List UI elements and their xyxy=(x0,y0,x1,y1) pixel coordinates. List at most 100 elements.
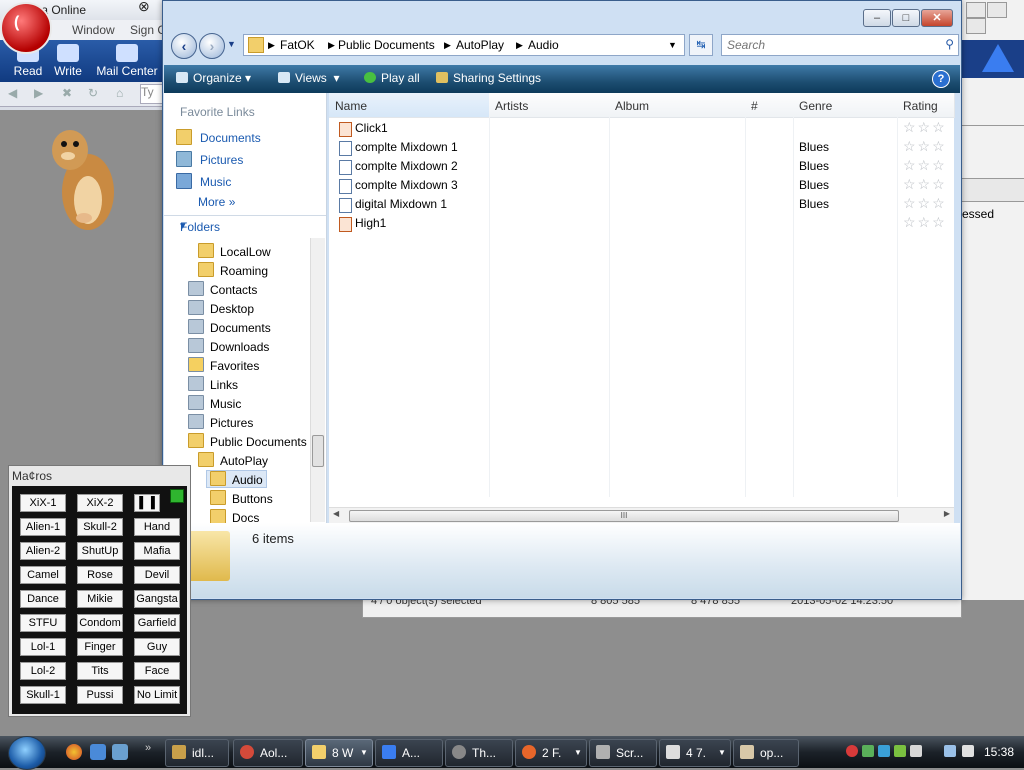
mail-center-button[interactable]: Mail Center xyxy=(95,40,159,82)
aol-logo-icon[interactable]: ( xyxy=(0,2,52,54)
chevron-down-icon[interactable]: ▾ xyxy=(180,219,316,232)
taskbar-button-th[interactable]: Th... xyxy=(445,739,513,767)
aol-close-button[interactable] xyxy=(966,18,986,34)
macro-button-alien-1[interactable]: Alien-1 xyxy=(20,518,66,536)
column-header-track[interactable]: # xyxy=(745,93,794,118)
refresh-icon[interactable]: ↹ xyxy=(689,34,713,56)
tree-item-locallow[interactable]: LocalLow xyxy=(198,243,271,259)
double-chevron-icon[interactable]: » xyxy=(145,742,151,754)
folders-header[interactable]: Folders ▾ xyxy=(164,215,326,238)
scroll-left-icon[interactable]: ◀ xyxy=(333,509,339,518)
refresh-icon[interactable]: ↻ xyxy=(88,86,98,100)
macro-button-blank[interactable]: ▌▐ xyxy=(134,494,160,512)
tree-item-buttons[interactable]: Buttons xyxy=(210,490,273,506)
macro-button-devil[interactable]: Devil xyxy=(134,566,180,584)
tree-item-documents[interactable]: Documents xyxy=(188,319,271,335)
macro-button-face[interactable]: Face xyxy=(134,662,180,680)
favorite-link-documents[interactable]: Documents xyxy=(176,129,261,145)
tree-item-downloads[interactable]: Downloads xyxy=(188,338,269,354)
block-icon[interactable] xyxy=(846,745,858,757)
macro-button-xix-1[interactable]: XiX-1 xyxy=(20,494,66,512)
tree-item-autoplay[interactable]: AutoPlay xyxy=(198,452,268,468)
shield-icon[interactable] xyxy=(894,745,906,757)
forward-arrow-icon[interactable]: ▶ xyxy=(34,86,43,100)
macro-button-xix-2[interactable]: XiX-2 xyxy=(77,494,123,512)
horizontal-scrollbar-thumb[interactable]: III xyxy=(349,510,899,522)
search-input[interactable] xyxy=(725,37,929,53)
macro-button-pussi[interactable]: Pussi xyxy=(77,686,123,704)
file-row-high1[interactable]: High1 ☆☆☆ xyxy=(329,214,954,233)
taskbar-button-idl[interactable]: idl... xyxy=(165,739,229,767)
macro-button-rose[interactable]: Rose xyxy=(77,566,123,584)
taskbar-button-op[interactable]: op... xyxy=(733,739,799,767)
tree-item-public-documents[interactable]: Public Documents xyxy=(188,433,307,449)
macro-button-lol-1[interactable]: Lol-1 xyxy=(20,638,66,656)
rating-stars[interactable]: ☆☆☆ xyxy=(903,195,947,212)
aol-maximize-button[interactable] xyxy=(987,2,1007,18)
tree-item-contacts[interactable]: Contacts xyxy=(188,281,257,297)
network-icon[interactable] xyxy=(944,745,956,757)
tree-item-desktop[interactable]: Desktop xyxy=(188,300,254,316)
forward-arrow-icon[interactable]: › xyxy=(199,33,225,59)
favorite-link-music[interactable]: Music xyxy=(176,173,231,189)
file-row-complte-mixdown-2[interactable]: complte Mixdown 2 Blues ☆☆☆ xyxy=(329,157,954,176)
tree-item-roaming[interactable]: Roaming xyxy=(198,262,268,278)
macro-button-guy[interactable]: Guy xyxy=(134,638,180,656)
chrome-icon[interactable] xyxy=(66,744,82,760)
file-row-click1[interactable]: Click1 ☆☆☆ xyxy=(329,119,954,138)
app-tray-icon[interactable] xyxy=(910,745,922,757)
close-icon[interactable]: ⊗ xyxy=(138,0,150,15)
macro-button-mafia[interactable]: Mafia xyxy=(134,542,180,560)
maximize-button[interactable]: □ xyxy=(892,9,920,27)
tree-item-docs[interactable]: Docs xyxy=(210,509,259,523)
rating-stars[interactable]: ☆☆☆ xyxy=(903,138,947,155)
macro-button-alien-2[interactable]: Alien-2 xyxy=(20,542,66,560)
scroll-right-icon[interactable]: ▶ xyxy=(944,509,950,518)
switch-windows-icon[interactable] xyxy=(112,744,128,760)
column-header-album[interactable]: Album xyxy=(609,93,746,118)
macro-button-mikie[interactable]: Mikie xyxy=(77,590,123,608)
help-icon[interactable]: ? xyxy=(932,70,950,88)
breadcrumb-fatok[interactable]: FatOK xyxy=(280,38,315,52)
favorite-link-more[interactable]: More » xyxy=(198,195,235,209)
macro-button-dance[interactable]: Dance xyxy=(20,590,66,608)
taskbar-button-windows[interactable]: 4 7. ▼ xyxy=(659,739,731,767)
macro-button-lol-2[interactable]: Lol-2 xyxy=(20,662,66,680)
macro-button-camel[interactable]: Camel xyxy=(20,566,66,584)
sharing-settings-button[interactable]: Sharing Settings xyxy=(436,71,541,85)
breadcrumb-audio[interactable]: Audio xyxy=(528,38,559,52)
macro-button-stfu[interactable]: STFU xyxy=(20,614,66,632)
organize-button[interactable]: Organize ▾ xyxy=(176,71,251,85)
macros-toggle-icon[interactable] xyxy=(170,489,184,503)
rating-stars[interactable]: ☆☆☆ xyxy=(903,176,947,193)
views-button[interactable]: Views ▾ xyxy=(278,71,340,85)
breadcrumb-autoplay[interactable]: AutoPlay xyxy=(456,38,504,52)
macro-button-no-limit[interactable]: No Limit xyxy=(134,686,180,704)
search-box[interactable]: ⚲ xyxy=(721,34,959,56)
rating-stars[interactable]: ☆☆☆ xyxy=(903,157,947,174)
network-status-icon[interactable] xyxy=(862,745,874,757)
play-all-button[interactable]: Play all xyxy=(364,71,420,85)
macro-button-gangsta[interactable]: Gangsta xyxy=(134,590,180,608)
aol-restore-button[interactable] xyxy=(966,2,986,18)
column-header-genre[interactable]: Genre xyxy=(793,93,898,118)
tree-item-links[interactable]: Links xyxy=(188,376,238,392)
tree-item-pictures[interactable]: Pictures xyxy=(188,414,253,430)
rating-stars[interactable]: ☆☆☆ xyxy=(903,214,947,231)
column-header-rating[interactable]: Rating xyxy=(897,93,955,118)
macro-button-condom[interactable]: Condom xyxy=(77,614,123,632)
stop-icon[interactable]: ✖ xyxy=(62,86,72,100)
minimize-button[interactable]: – xyxy=(863,9,891,27)
horizontal-scrollbar[interactable]: ◀ III ▶ xyxy=(329,507,954,524)
write-button[interactable]: Write xyxy=(40,40,96,82)
address-bar[interactable]: ▶ FatOK ▶ Public Documents ▶ AutoPlay ▶ … xyxy=(243,34,685,56)
chevron-down-icon[interactable]: ▼ xyxy=(227,39,236,49)
back-arrow-icon[interactable]: ◀ xyxy=(8,86,17,100)
file-row-complte-mixdown-1[interactable]: complte Mixdown 1 Blues ☆☆☆ xyxy=(329,138,954,157)
taskbar-button-aol-2[interactable]: A... xyxy=(375,739,443,767)
volume-icon[interactable] xyxy=(962,745,974,757)
tree-item-favorites[interactable]: Favorites xyxy=(188,357,259,373)
folders-scrollbar[interactable] xyxy=(310,238,325,522)
aol-menu-window[interactable]: Window xyxy=(72,23,115,37)
taskbar-button-firefox[interactable]: 2 F. ▼ xyxy=(515,739,587,767)
